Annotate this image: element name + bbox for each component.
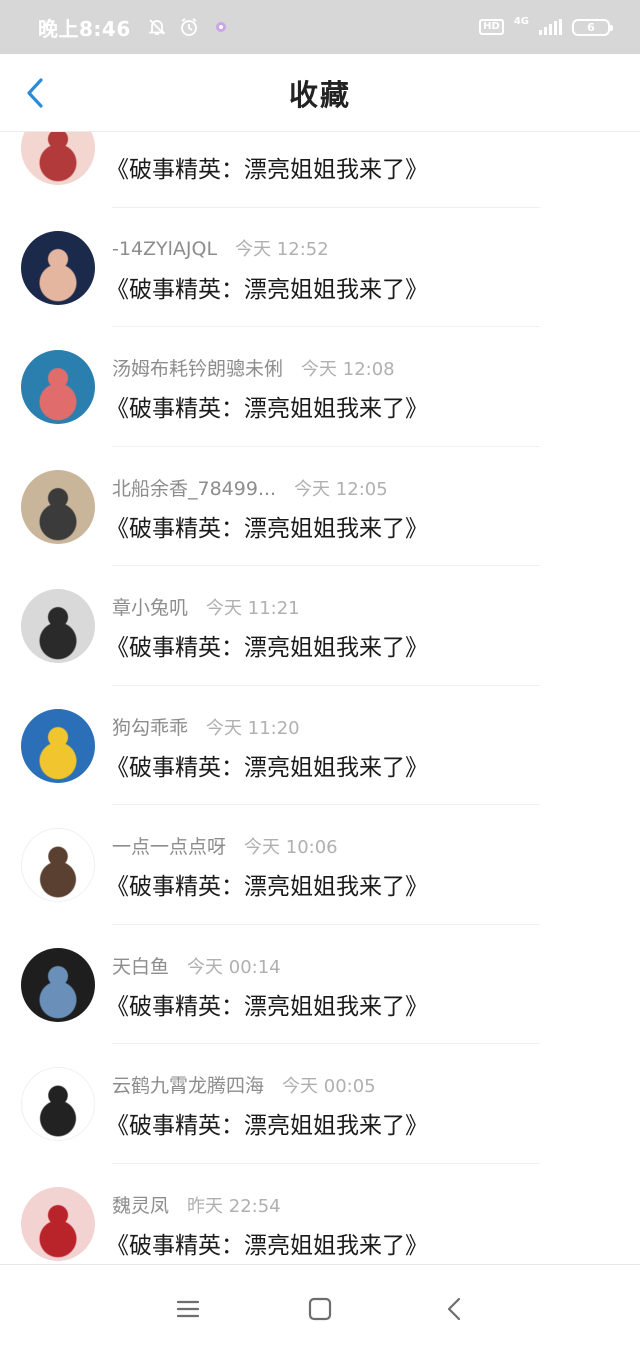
item-meta: 天白鱼 今天 00:14 xyxy=(112,952,281,979)
user-name[interactable]: 汤姆布耗钤朗骢未俐 xyxy=(112,354,283,381)
menu-icon xyxy=(176,1300,200,1318)
nav-back-button[interactable] xyxy=(440,1295,468,1323)
list-item[interactable]: 一点一点点呀 今天 10:06 《破事精英：漂亮姐姐我来了》 xyxy=(0,805,640,925)
favorite-message[interactable]: 《破事精英：漂亮姐姐我来了》 xyxy=(106,389,428,423)
avatar[interactable] xyxy=(21,708,95,783)
avatar[interactable] xyxy=(21,589,95,663)
favorite-message[interactable]: 《破事精英：漂亮姐姐我来了》 xyxy=(106,1106,428,1140)
user-name[interactable]: 章小兔叽 xyxy=(112,593,188,620)
item-meta: 北船余香_78499... 今天 12:05 xyxy=(112,474,388,501)
list-item[interactable]: 《破事精英：漂亮姐姐我来了》 xyxy=(0,132,640,208)
list-item[interactable]: 天白鱼 今天 00:14 《破事精英：漂亮姐姐我来了》 xyxy=(0,925,640,1044)
user-name[interactable]: 狗勾乖乖 xyxy=(112,713,188,740)
status-time: 晚上8:46 xyxy=(38,16,131,41)
status-bar: 晚上8:46 HD 4G 6 xyxy=(0,0,640,54)
timestamp: 今天 12:05 xyxy=(294,478,388,500)
status-right: HD 4G 6 xyxy=(479,15,613,36)
network-type: 4G xyxy=(513,15,529,27)
list-item[interactable]: 章小兔叽 今天 11:21 《破事精英：漂亮姐姐我来了》 xyxy=(0,566,640,686)
item-meta: 魏灵凤 昨天 22:54 xyxy=(112,1191,281,1218)
timestamp: 今天 12:08 xyxy=(301,359,395,380)
user-name[interactable]: 北船余香_78499... xyxy=(112,474,276,501)
user-name[interactable]: 魏灵凤 xyxy=(112,1191,169,1218)
avatar[interactable] xyxy=(21,1186,95,1261)
favorite-message[interactable]: 《破事精英：漂亮姐姐我来了》 xyxy=(106,987,428,1021)
signal-strength-icon xyxy=(539,19,562,35)
item-meta: 狗勾乖乖 今天 11:20 xyxy=(112,713,300,740)
favorite-message[interactable]: 《破事精英：漂亮姐姐我来了》 xyxy=(106,628,428,662)
list-item[interactable]: 云鹤九霄龙腾四海 今天 00:05 《破事精英：漂亮姐姐我来了》 xyxy=(0,1044,640,1164)
battery-level: 6 xyxy=(587,20,595,34)
item-meta: 汤姆布耗钤朗骢未俐 今天 12:08 xyxy=(112,354,395,381)
avatar[interactable] xyxy=(21,1067,95,1141)
favorite-message[interactable]: 《破事精英：漂亮姐姐我来了》 xyxy=(106,867,428,901)
avatar[interactable] xyxy=(21,132,95,185)
item-meta: 章小兔叽 今天 11:21 xyxy=(112,593,300,620)
item-meta: 云鹤九霄龙腾四海 今天 00:05 xyxy=(112,1071,376,1098)
battery-icon: 6 xyxy=(572,18,613,36)
user-name[interactable]: 一点一点点呀 xyxy=(112,832,226,859)
timestamp: 今天 11:20 xyxy=(206,717,300,739)
chevron-left-icon xyxy=(27,78,43,108)
favorite-message[interactable]: 《破事精英：漂亮姐姐我来了》 xyxy=(106,270,428,304)
timestamp: 今天 10:06 xyxy=(244,837,338,858)
user-name[interactable]: 天白鱼 xyxy=(112,952,169,979)
system-nav-bar xyxy=(0,1264,640,1351)
app-notification-icon xyxy=(211,17,231,37)
user-name[interactable]: 云鹤九霄龙腾四海 xyxy=(112,1071,264,1098)
avatar[interactable] xyxy=(21,350,95,424)
user-name[interactable]: -14ZYlAJQL xyxy=(112,238,217,260)
favorites-list[interactable]: 《破事精英：漂亮姐姐我来了》 -14ZYlAJQL 今天 12:52 《破事精英：漂亮… xyxy=(0,132,640,1264)
avatar[interactable] xyxy=(21,947,95,1022)
home-button[interactable] xyxy=(306,1295,334,1323)
menu-button[interactable] xyxy=(174,1295,202,1323)
status-icons-left xyxy=(147,17,231,37)
item-meta: -14ZYlAJQL 今天 12:52 xyxy=(112,235,329,261)
list-item[interactable]: -14ZYlAJQL 今天 12:52 《破事精英：漂亮姐姐我来了》 xyxy=(0,208,640,327)
favorite-message[interactable]: 《破事精英：漂亮姐姐我来了》 xyxy=(106,1226,428,1260)
list-item[interactable]: 汤姆布耗钤朗骢未俐 今天 12:08 《破事精英：漂亮姐姐我来了》 xyxy=(0,327,640,447)
timestamp: 今天 12:52 xyxy=(235,238,329,260)
avatar[interactable] xyxy=(21,230,95,305)
back-arrow-icon xyxy=(447,1297,461,1321)
back-button[interactable] xyxy=(18,76,52,110)
favorites-list-inner: 《破事精英：漂亮姐姐我来了》 -14ZYlAJQL 今天 12:52 《破事精英：漂亮… xyxy=(0,132,640,1264)
item-meta: 一点一点点呀 今天 10:06 xyxy=(112,832,338,859)
mute-bell-icon xyxy=(147,17,167,37)
timestamp: 昨天 22:54 xyxy=(187,1195,281,1217)
avatar[interactable] xyxy=(21,469,95,544)
favorite-message[interactable]: 《破事精英：漂亮姐姐我来了》 xyxy=(106,150,428,184)
hd-badge: HD xyxy=(479,19,504,35)
alarm-clock-icon xyxy=(179,17,199,37)
timestamp: 今天 00:05 xyxy=(282,1076,376,1097)
timestamp: 今天 11:21 xyxy=(206,598,300,619)
favorite-message[interactable]: 《破事精英：漂亮姐姐我来了》 xyxy=(106,748,428,782)
list-item[interactable]: 狗勾乖乖 今天 11:20 《破事精英：漂亮姐姐我来了》 xyxy=(0,686,640,805)
timestamp: 今天 00:14 xyxy=(187,956,281,978)
list-item[interactable]: 北船余香_78499... 今天 12:05 《破事精英：漂亮姐姐我来了》 xyxy=(0,447,640,566)
avatar[interactable] xyxy=(21,828,95,902)
list-item[interactable]: 魏灵凤 昨天 22:54 《破事精英：漂亮姐姐我来了》 xyxy=(0,1164,640,1265)
page-title: 收藏 xyxy=(288,77,351,112)
home-square-icon xyxy=(308,1297,332,1321)
favorite-message[interactable]: 《破事精英：漂亮姐姐我来了》 xyxy=(106,509,428,543)
header: 收藏 xyxy=(0,54,640,132)
